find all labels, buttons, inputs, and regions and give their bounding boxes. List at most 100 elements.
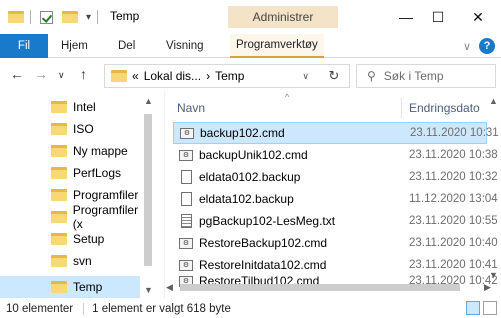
scroll-left-icon[interactable]: ◀ [166,282,173,293]
ribbon-tabs: Fil Hjem Del Visning Programverktøy ∨ ? [0,34,501,58]
new-folder-icon[interactable] [62,11,78,23]
divider [97,10,99,24]
file-name: backupUnik102.cmd [199,148,308,162]
title-bar: ▾ Temp Administrer — ☐ ✕ [0,0,501,34]
breadcrumb-overflow[interactable]: « [132,69,139,83]
status-bar: 10 elementer 1 element er valgt 618 byte [0,299,501,318]
quick-access-toolbar: ▾ [8,9,99,25]
divider [30,10,31,24]
window-title: Temp [110,9,140,23]
nav-item-iso[interactable]: ISO [0,118,150,140]
column-header-name[interactable]: Navn [177,101,205,115]
nav-item-label: svn [73,254,92,268]
scroll-right-icon[interactable]: ▶ [484,282,491,293]
scroll-down-icon[interactable]: ▼ [489,270,498,280]
selection-info: 1 element er valgt 618 byte [92,302,231,315]
nav-scrollbar-thumb[interactable] [144,114,152,266]
folder-icon [51,101,67,113]
recent-locations-chevron-icon[interactable]: ∨ [58,70,65,81]
refresh-icon[interactable]: ↻ [318,64,350,88]
file-name: RestoreBackup102.cmd [199,236,328,250]
file-row[interactable]: ⚙ RestoreBackup102.cmd 23.11.2020 10:40 [173,232,498,254]
nav-item-temp[interactable]: Temp [0,276,150,298]
tab-view[interactable]: Visning [160,34,210,58]
nav-item-label: Ny mappe [73,144,128,158]
scroll-up-icon[interactable]: ▲ [489,96,498,106]
file-name: pgBackup102-LesMeg.txt [199,214,336,228]
nav-item-intel[interactable]: Intel [0,96,150,118]
address-row: ← → ∨ ↑ « Lokal dis... › Temp ∨ ↻ ⚲ Søk … [0,58,501,92]
column-header-date[interactable]: Endringsdato [409,101,480,115]
file-date: 23.11.2020 10:55 [409,215,498,227]
folder-icon [111,70,127,82]
back-arrow-icon[interactable]: ← [10,66,24,82]
file-row[interactable]: pgBackup102-LesMeg.txt 23.11.2020 10:55 [173,210,498,232]
view-switcher [466,301,497,315]
nav-item-label: Intel [73,100,96,114]
search-box[interactable]: ⚲ Søk i Temp [356,64,496,88]
horizontal-scrollbar-thumb[interactable] [180,284,460,291]
scroll-down-icon[interactable]: ▼ [144,285,153,295]
cmd-file-icon: ⚙ [180,125,194,141]
folder-icon [51,233,67,245]
large-icons-view-icon[interactable] [483,301,497,315]
file-row[interactable]: ⚙ backup102.cmd 23.11.2020 10:31 [173,122,499,144]
tab-home[interactable]: Hjem [55,34,94,58]
cmd-file-icon: ⚙ [179,147,193,163]
folder-icon [8,11,24,23]
breadcrumb-separator-icon[interactable]: › [206,69,210,83]
forward-arrow-icon[interactable]: → [34,66,48,82]
folder-icon [51,211,67,223]
file-date: 11.12.2020 13:04 [409,193,498,205]
search-icon: ⚲ [367,69,376,83]
text-file-icon [179,213,193,229]
properties-check-icon[interactable] [40,10,53,24]
folder-icon [51,145,67,157]
file-date: 23.11.2020 10:32 [409,171,498,183]
folder-icon [51,167,67,179]
file-list: Navn ^ Endringsdato ⚙ backup102.cmd 23.1… [164,92,501,299]
nav-item-programfiler-x86[interactable]: Programfiler (x [0,203,150,231]
address-bar[interactable]: « Lokal dis... › Temp ∨ [104,64,350,88]
tab-file[interactable]: Fil [0,34,48,58]
file-date: 23.11.2020 10:40 [409,237,498,249]
nav-item-label: PerfLogs [73,166,122,180]
horizontal-scrollbar[interactable]: ◀ ▶ [164,280,501,294]
divider [83,302,85,315]
tab-app-tools[interactable]: Programverktøy [230,34,324,58]
maximize-button[interactable]: ☐ [418,4,458,30]
address-dropdown-chevron-icon[interactable]: ∨ [302,71,309,82]
blank-file-icon [179,169,193,185]
column-divider[interactable] [401,98,402,118]
folder-icon [51,123,67,135]
tab-share[interactable]: Del [112,34,141,58]
nav-item-label: Programfiler [73,188,139,202]
nav-item-label: Setup [73,232,105,246]
nav-item-ny-mappe[interactable]: Ny mappe [0,140,150,162]
file-date: 23.11.2020 10:31 [410,127,499,139]
file-date: 23.11.2020 10:38 [409,149,498,161]
search-input-placeholder[interactable]: Søk i Temp [384,69,444,83]
details-view-icon[interactable] [466,301,480,315]
scroll-up-icon[interactable]: ▲ [144,96,153,106]
breadcrumb-item[interactable]: Temp [215,69,244,83]
help-icon[interactable]: ? [479,38,495,54]
nav-item-setup[interactable]: Setup [0,228,150,250]
sort-ascending-icon: ^ [285,92,290,102]
file-row[interactable]: eldata0102.backup 23.11.2020 10:32 [173,166,498,188]
nav-item-perflogs[interactable]: PerfLogs [0,162,150,184]
cmd-file-icon: ⚙ [179,235,193,251]
folder-icon [51,255,67,267]
file-row[interactable]: ⚙ backupUnik102.cmd 23.11.2020 10:38 [173,144,498,166]
nav-item-label: Temp [73,280,103,294]
file-row[interactable]: eldata102.backup 11.12.2020 13:04 [173,188,498,210]
up-arrow-icon[interactable]: ↑ [80,66,87,82]
breadcrumb-item[interactable]: Lokal dis... [144,69,201,83]
close-button[interactable]: ✕ [458,4,498,30]
nav-item-svn[interactable]: svn [0,250,150,272]
customize-quick-access-icon[interactable]: ▾ [86,12,91,23]
file-name: eldata102.backup [199,192,294,206]
file-name: backup102.cmd [200,126,285,140]
expand-ribbon-icon[interactable]: ∨ [463,40,471,53]
contextual-tab-header: Administrer [228,6,338,28]
